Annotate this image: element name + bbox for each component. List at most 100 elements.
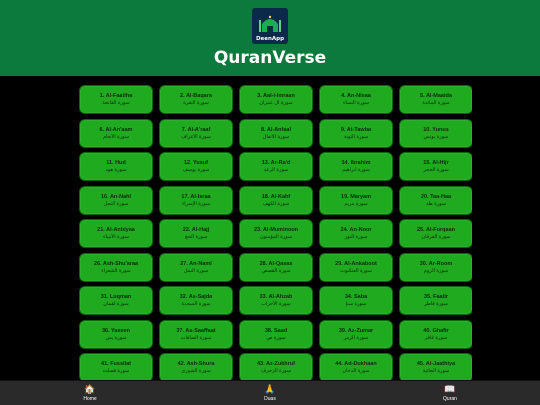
surah-name-arabic: سورة هود <box>105 167 127 173</box>
surah-name-english: 12. Yusuf <box>183 160 209 166</box>
surah-card[interactable]: 8. Al-Anfaal سورة الأنفال <box>239 118 313 148</box>
surah-name-english: 39. Az-Zumar <box>338 327 374 334</box>
surah-name-arabic: سورة الأعراف <box>181 133 211 140</box>
surah-card[interactable]: 11. Hud سورة هود <box>79 152 153 181</box>
surah-name-english: 18. Al-Kahf <box>261 193 291 200</box>
surah-name-english: 6. Al-An'aam <box>99 126 133 133</box>
surah-name-arabic: سورة النمل <box>183 267 209 274</box>
surah-name-arabic: سورة الحج <box>184 234 208 240</box>
surah-card[interactable]: 2. Al-Baqara سورة البقرة <box>159 85 233 114</box>
surah-card[interactable]: 24. An-Noor سورة النور <box>319 219 393 248</box>
surah-name-arabic: سورة يس <box>105 334 127 341</box>
surah-card[interactable]: 41. Fussilat سورة فصلت <box>79 353 153 380</box>
surah-card[interactable]: 42. Ash-Shura سورة الشورى <box>159 353 233 380</box>
surah-name-english: 41. Fussilat <box>101 361 131 367</box>
surah-card[interactable]: 33. Al-Ahzab سورة الأحزاب <box>239 286 313 315</box>
surah-card[interactable]: 4. An-Nisaa سورة النساء <box>319 85 393 114</box>
surah-name-arabic: سورة فاطر <box>424 301 448 307</box>
surah-name-english: 2. Al-Baqara <box>180 93 212 99</box>
surah-card[interactable]: 36. Yaseen سورة يس <box>79 319 153 349</box>
surah-name-english: 33. Al-Ahzab <box>259 294 293 300</box>
surah-card[interactable]: 18. Al-Kahf سورة الكهف <box>239 185 313 215</box>
surah-card[interactable]: 22. Al-Hajj سورة الحج <box>159 219 233 248</box>
book-icon: 📖 <box>444 384 456 394</box>
surah-card[interactable]: 9. At-Tawba سورة التوبة <box>319 118 393 148</box>
surah-card[interactable]: 13. Ar-Ra'd سورة الرعد <box>239 152 313 181</box>
surah-name-arabic: سورة الشعراء <box>101 267 131 274</box>
surah-card[interactable]: 23. Al-Muminoon سورة المؤمنون <box>239 219 313 248</box>
surah-card[interactable]: 21. Al-Anbiyaa سورة الأنبياء <box>79 219 153 248</box>
surah-card[interactable]: 15. Al-Hijr سورة الحجر <box>399 152 472 181</box>
surah-card[interactable]: 25. Al-Furqaan سورة الفرقان <box>399 219 472 248</box>
surah-name-arabic: سورة الصافات <box>180 334 212 341</box>
surah-card[interactable]: 40. Ghafir سورة غافر <box>399 319 472 349</box>
nav-duas-button[interactable]: 🙏 Duas <box>240 384 300 402</box>
surah-card[interactable]: 39. Az-Zumar سورة الزمر <box>319 319 393 349</box>
surah-name-arabic: سورة الإسراء <box>181 200 211 207</box>
surah-name-arabic: سورة الأنعام <box>103 133 129 140</box>
surah-name-arabic: سورة الزمر <box>343 334 369 341</box>
surah-name-english: 7. Al-A'raaf <box>181 126 211 133</box>
surah-card[interactable]: 16. An-Nahl سورة النحل <box>79 185 153 215</box>
surah-card[interactable]: 44. Ad-Dukhaan سورة الدخان <box>319 353 393 380</box>
surah-card[interactable]: 43. Az-Zukhruf سورة الزخرف <box>239 353 313 380</box>
nav-duas-label: Duas <box>264 396 276 402</box>
surah-card[interactable]: 30. Ar-Room سورة الروم <box>399 252 472 282</box>
surah-card[interactable]: 28. Al-Qasas سورة القصص <box>239 252 313 282</box>
surah-card[interactable]: 37. As-Saaffaat سورة الصافات <box>159 319 233 349</box>
surah-card[interactable]: 29. Al-Ankaboot سورة العنكبوت <box>319 252 393 282</box>
surah-name-arabic: سورة القصص <box>261 267 291 274</box>
surah-card[interactable]: 12. Yusuf سورة يوسف <box>159 152 233 181</box>
surah-name-arabic: سورة مريم <box>344 200 368 207</box>
surah-name-english: 40. Ghafir <box>423 327 449 334</box>
surah-card[interactable]: 14. Ibrahim سورة ابراهيم <box>319 152 393 181</box>
surah-name-english: 15. Al-Hijr <box>423 160 449 166</box>
surah-name-english: 29. Al-Ankaboot <box>335 260 377 267</box>
surah-name-english: 23. Al-Muminoon <box>253 227 299 233</box>
surah-name-english: 36. Yaseen <box>101 327 131 334</box>
surah-name-english: 34. Saba <box>344 294 368 300</box>
surah-card[interactable]: 3. Aal-i-Imraan سورة آل عمران <box>239 85 313 114</box>
surah-card[interactable]: 32. As-Sajda سورة السجدة <box>159 286 233 315</box>
surah-card[interactable]: 45. Al-Jaathiya سورة الجاثية <box>399 353 472 380</box>
surah-card[interactable]: 20. Taa-Haa سورة طه <box>399 185 472 215</box>
surah-name-arabic: سورة الدخان <box>342 368 370 374</box>
surah-card[interactable]: 26. Ash-Shu'araa سورة الشعراء <box>79 252 153 282</box>
surah-name-english: 32. As-Sajda <box>179 294 213 300</box>
surah-name-english: 13. Ar-Ra'd <box>261 160 291 166</box>
surah-card[interactable]: 5. Al-Maaida سورة المائدة <box>399 85 472 114</box>
surah-card[interactable]: 19. Maryam سورة مريم <box>319 185 393 215</box>
surah-name-arabic: سورة الحجر <box>423 167 449 173</box>
surah-name-english: 10. Yunus <box>423 126 449 133</box>
surah-name-arabic: سورة النور <box>344 234 368 240</box>
home-icon: 🏠 <box>84 384 96 394</box>
surah-card[interactable]: 6. Al-An'aam سورة الأنعام <box>79 118 153 148</box>
surah-card[interactable]: 17. Al-Israa سورة الإسراء <box>159 185 233 215</box>
nav-home-button[interactable]: 🏠 Home <box>60 384 120 402</box>
surah-grid: 1. Al-Faatiha سورة الفاتحة 2. Al-Baqara سور… <box>78 84 472 380</box>
surah-name-arabic: سورة التوبة <box>343 133 369 140</box>
surah-card[interactable]: 38. Saad سورة ص <box>239 319 313 349</box>
surah-name-english: 37. As-Saaffaat <box>176 327 216 334</box>
surah-card[interactable]: 34. Saba سورة سبإ <box>319 286 393 315</box>
surah-card[interactable]: 27. An-Naml سورة النمل <box>159 252 233 282</box>
nav-quran-button[interactable]: 📖 Quran <box>420 384 480 402</box>
surah-card[interactable]: 31. Luqman سورة لقمان <box>79 286 153 315</box>
surah-name-english: 17. Al-Israa <box>181 193 211 200</box>
surah-name-english: 8. Al-Anfaal <box>260 126 292 133</box>
surah-name-english: 16. An-Nahl <box>100 193 132 200</box>
surah-name-english: 43. Az-Zukhruf <box>257 361 295 367</box>
surah-card[interactable]: 10. Yunus سورة يونس <box>399 118 472 148</box>
surah-name-arabic: سورة يونس <box>423 133 449 140</box>
surah-name-english: 1. Al-Faatiha <box>99 93 133 99</box>
surah-card[interactable]: 1. Al-Faatiha سورة الفاتحة <box>79 85 153 114</box>
logo-text: DeenApp <box>255 36 285 42</box>
surah-card[interactable]: 7. Al-A'raaf سورة الأعراف <box>159 118 233 148</box>
surah-name-arabic: سورة النساء <box>343 100 369 106</box>
surah-name-english: 9. At-Tawba <box>340 126 372 133</box>
surah-name-arabic: سورة الفاتحة <box>102 100 130 106</box>
surah-card[interactable]: 35. Faatir سورة فاطر <box>399 286 472 315</box>
surah-name-arabic: سورة لقمان <box>103 301 129 307</box>
surah-name-english: 30. Ar-Room <box>419 260 453 267</box>
surah-name-english: 28. Al-Qasas <box>259 260 293 267</box>
